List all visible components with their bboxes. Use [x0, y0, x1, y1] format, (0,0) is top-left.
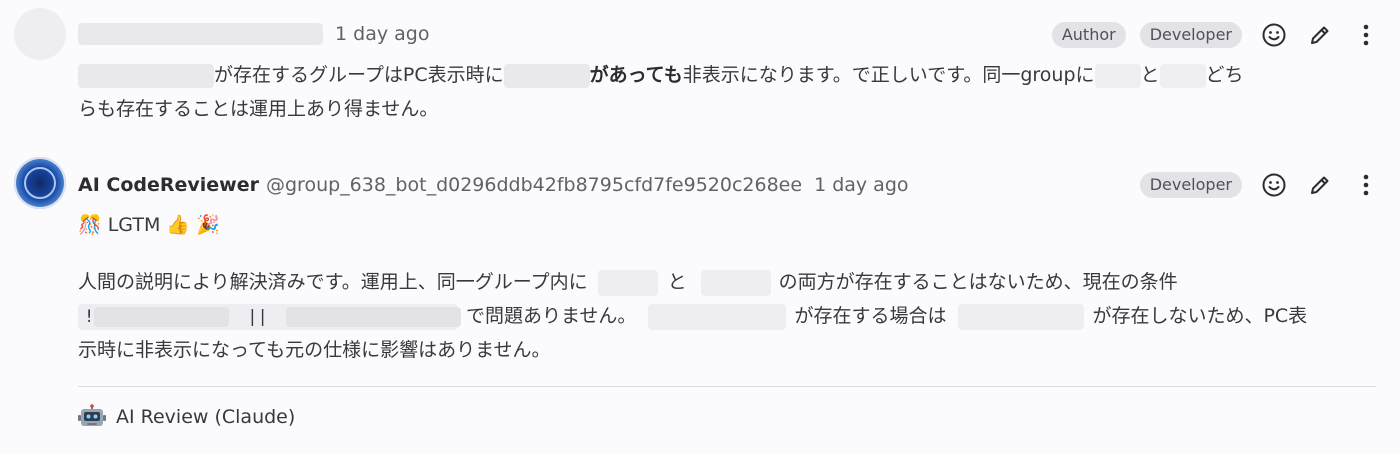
- pencil-icon: [1311, 26, 1329, 44]
- note-2-body: 人間の説明により解決済みです。運用上、同一グループ内に と の両方が存在することはな…: [78, 265, 1307, 367]
- text-segment: の両方が存在することはないため、現在の条件: [778, 271, 1178, 293]
- code-bang: !: [84, 306, 95, 327]
- redacted-code: [700, 269, 771, 296]
- add-reaction-button[interactable]: [1260, 171, 1288, 199]
- avatar-redacted[interactable]: [14, 8, 66, 60]
- more-actions-button[interactable]: [1352, 21, 1380, 49]
- text-segment: どち: [1205, 64, 1244, 86]
- text-segment: が存在するグループはPC表示時に: [214, 64, 504, 86]
- redacted-code: [648, 303, 787, 330]
- text-segment: と: [667, 271, 687, 293]
- text-segment: が存在する場合は: [794, 305, 947, 327]
- redacted-code: [958, 303, 1085, 330]
- note-2-line-2: ! || で問題ありません。 が存在する場合は が存在しないため、PC表: [78, 299, 1307, 333]
- pencil-icon: [1311, 176, 1329, 194]
- redacted-text: [94, 306, 230, 327]
- note-2-lgtm-line: 🎊 LGTM 👍 🎉: [78, 208, 220, 242]
- text-segment: 非表示になります。で正しいです。同一groupに: [682, 64, 1095, 86]
- code-operator: ||: [247, 306, 268, 327]
- note-1-line-2: らも存在することは運用上あり得ません。: [78, 98, 439, 120]
- bot-avatar[interactable]: [14, 157, 66, 209]
- edit-comment-button[interactable]: [1306, 21, 1334, 49]
- note-2-timestamp[interactable]: 1 day ago: [814, 174, 908, 196]
- redacted-code: [597, 269, 658, 296]
- author-handle[interactable]: @group_638_bot_d0296ddb42fb8795cfd7fe952…: [266, 174, 802, 196]
- divider: [78, 386, 1376, 387]
- ai-review-footer: AI Review (Claude): [78, 404, 295, 430]
- bold-text: があっても: [589, 64, 683, 86]
- smiley-icon: [1262, 23, 1286, 47]
- text-segment: が存在しないため、PC表: [1092, 305, 1308, 327]
- more-vertical-icon: [1363, 174, 1369, 196]
- text-segment: と: [1140, 64, 1160, 86]
- note-2-actions: Developer: [1126, 170, 1380, 200]
- robot-icon: [78, 404, 106, 426]
- note-2-line-1: 人間の説明により解決済みです。運用上、同一グループ内に と の両方が存在することはな…: [78, 265, 1307, 299]
- note-1-header: 1 day ago: [78, 20, 429, 48]
- author-badge: Author: [1051, 22, 1126, 48]
- author-name[interactable]: AI CodeReviewer: [78, 174, 259, 196]
- bot-avatar-emblem: [24, 167, 56, 199]
- edit-comment-button[interactable]: [1306, 171, 1334, 199]
- developer-badge: Developer: [1139, 172, 1242, 198]
- code-condition: ! ||: [78, 303, 461, 330]
- ai-review-label: AI Review (Claude): [116, 406, 296, 428]
- thumbs-up-emoji: 👍: [166, 214, 191, 236]
- note-1-body: が存在するグループはPC表示時に があっても非表示になります。で正しいです。同一g…: [78, 58, 1244, 126]
- redacted-text: [503, 63, 590, 88]
- note-1-timestamp[interactable]: 1 day ago: [335, 23, 429, 45]
- more-vertical-icon: [1363, 24, 1369, 46]
- redacted-text: [1159, 63, 1206, 88]
- note-2-header: AI CodeReviewer @group_638_bot_d0296ddb4…: [78, 171, 909, 199]
- author-name-redacted[interactable]: [78, 23, 323, 45]
- redacted-text: [1094, 63, 1141, 88]
- more-actions-button[interactable]: [1352, 171, 1380, 199]
- note-1-actions: Author Developer: [1038, 20, 1380, 50]
- note-1-line-1: が存在するグループはPC表示時に があっても非表示になります。で正しいです。同一g…: [78, 58, 1244, 92]
- party-popper-emoji: 🎉: [196, 214, 220, 236]
- text-segment: で問題ありません。: [466, 305, 637, 327]
- smiley-icon: [1262, 173, 1286, 197]
- redacted-text: [285, 306, 461, 327]
- add-reaction-button[interactable]: [1260, 21, 1288, 49]
- redacted-text: [78, 63, 214, 88]
- text-segment: 人間の説明により解決済みです。運用上、同一グループ内に: [78, 271, 588, 293]
- confetti-ball-emoji: 🎊: [78, 214, 102, 236]
- developer-badge: Developer: [1139, 22, 1242, 48]
- note-2-line-3: 示時に非表示になっても元の仕様に影響はありません。: [78, 339, 551, 361]
- lgtm-text: LGTM: [107, 214, 161, 236]
